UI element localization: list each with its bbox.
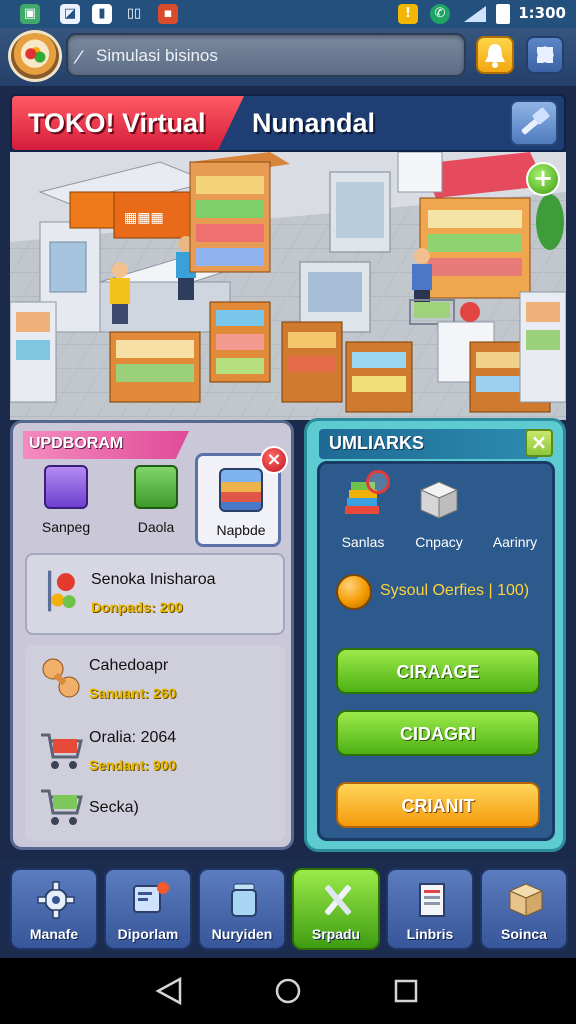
- document-icon: [419, 883, 445, 917]
- store-scene[interactable]: ▦▦▦ +: [10, 152, 566, 420]
- back-icon[interactable]: [155, 976, 182, 1006]
- info-box: Senoka Inisharoa Donpads: 200: [25, 553, 285, 635]
- shop-title: TOKO! Virtual: [28, 108, 206, 138]
- cart-icon: [41, 789, 83, 825]
- shop-title-banner: TOKO! Virtual Nunandal: [10, 94, 566, 152]
- bottom-nav: Manafe Diporlam Nuryiden Srpadu Linbris: [0, 860, 576, 958]
- upgrade-card-sanpeg[interactable]: Sanpeg: [23, 453, 109, 547]
- resource-item-aarinry[interactable]: Aarinry: [478, 478, 552, 568]
- list-item-name: Oralia: 2064: [89, 729, 177, 746]
- info-subtitle: Donpads: 200: [91, 599, 183, 615]
- close-icon[interactable]: ×: [260, 446, 288, 474]
- upgrade-card-napbde[interactable]: Napbde ×: [195, 446, 288, 547]
- list-item-sub: Sanuant: 260: [89, 685, 177, 701]
- tools-icon: [324, 885, 352, 915]
- upgrade-list: Cahedoapr Sanuant: 260 Oralia: 2064 Send…: [25, 645, 285, 841]
- coin-row: Sysoul Oerfies | 100): [336, 574, 546, 614]
- resource-item-sanlas[interactable]: Sanlas: [326, 470, 400, 568]
- nav-label: Nuryiden: [211, 926, 273, 942]
- blocked-icon: [366, 470, 390, 494]
- fruit-icon: [47, 570, 76, 612]
- signal-icon: [462, 4, 490, 24]
- close-button[interactable]: ×: [525, 429, 553, 457]
- puzzle-icon: [537, 46, 554, 63]
- recents-icon[interactable]: [394, 979, 418, 1003]
- svg-text:▦▦▦: ▦▦▦: [124, 210, 164, 226]
- nav-soinca[interactable]: Soinca: [480, 868, 568, 950]
- list-item-name: Secka): [89, 799, 139, 816]
- close-icon: ×: [530, 430, 548, 454]
- store-illustration: ▦▦▦: [10, 152, 566, 420]
- home-icon[interactable]: [275, 978, 301, 1004]
- nav-srpadu[interactable]: Srpadu: [292, 868, 380, 950]
- nav-nuryiden[interactable]: Nuryiden: [198, 868, 286, 950]
- plus-icon: +: [532, 164, 554, 192]
- bread-icon: [42, 658, 80, 698]
- notification-icon: !: [398, 4, 418, 24]
- upgrade-card-label: Napbde: [216, 522, 266, 538]
- search-text: Simulasi bisinos: [96, 46, 218, 65]
- list-item-sub: Sendant: 900: [89, 757, 177, 773]
- upgrade-card-daola[interactable]: Daola: [113, 453, 199, 547]
- file-icon: ▮: [92, 4, 112, 24]
- jar-icon: [231, 883, 257, 917]
- bell-icon: [485, 44, 505, 68]
- resource-item-cnpacy[interactable]: Cnpacy: [402, 478, 476, 568]
- crate-icon: [419, 481, 459, 519]
- resources-panel: UMLIARKS × Sanlas Cnpacy Aarinry Sysoul …: [304, 418, 566, 852]
- action-button-1[interactable]: CIRAAGE: [336, 648, 540, 694]
- info-title: Senoka Inisharoa: [91, 571, 216, 588]
- bars-icon: ▯▯: [126, 6, 142, 21]
- app-icon: ▪: [158, 4, 178, 24]
- bell-button[interactable]: [476, 36, 514, 74]
- battery-icon: [496, 4, 510, 24]
- coin-text: Sysoul Oerfies | 100): [380, 582, 530, 599]
- puzzle-button[interactable]: [526, 36, 564, 74]
- upgrade-panel: UPDBORAM Sanpeg Daola Napbde × Senoka In…: [10, 420, 294, 850]
- cart-icon: [41, 733, 83, 769]
- monitor-icon: [133, 882, 169, 913]
- nav-linbris[interactable]: Linbris: [386, 868, 474, 950]
- coin-icon: [336, 574, 372, 610]
- resources-panel-header: UMLIARKS: [319, 429, 539, 459]
- shop-subtitle: Nunandal: [252, 108, 376, 138]
- image-icon: ◪: [60, 4, 80, 24]
- upgrade-panel-title: UPDBORAM: [29, 435, 124, 452]
- nav-label: Soinca: [501, 926, 547, 942]
- status-bar: ▣ ◪ ▮ ▯▯ ▪ ! ✆ 1:300: [0, 0, 576, 28]
- list-item-name: Cahedoapr: [89, 657, 169, 674]
- nav-diporlam[interactable]: Diporlam: [104, 868, 192, 950]
- box-icon: [508, 883, 544, 917]
- nav-label: Srpadu: [311, 926, 361, 942]
- resource-item-label: Aarinry: [492, 534, 538, 550]
- system-nav-bar: [0, 958, 576, 1024]
- shelf-box-icon: [219, 468, 263, 512]
- nav-label: Manafe: [29, 926, 79, 942]
- clock: 1:300: [518, 4, 566, 22]
- avatar[interactable]: [8, 30, 62, 82]
- green-crate-icon: [134, 465, 178, 509]
- whatsapp-icon: ✆: [430, 4, 450, 24]
- nav-label: Diporlam: [117, 926, 179, 942]
- action-button-2[interactable]: CIDAGRI: [336, 710, 540, 756]
- upgrade-card-label: Sanpeg: [41, 519, 91, 535]
- gem-box-icon: [44, 465, 88, 509]
- top-bar: / Simulasi bisinos: [0, 28, 576, 86]
- action-button-3[interactable]: CRIANIT: [336, 782, 540, 828]
- upgrade-card-label: Daola: [137, 519, 175, 535]
- resources-panel-body: Sanlas Cnpacy Aarinry Sysoul Oerfies | 1…: [317, 461, 555, 841]
- resources-panel-title: UMLIARKS: [329, 433, 424, 453]
- search-input[interactable]: / Simulasi bisinos: [66, 33, 466, 77]
- resource-item-label: Sanlas: [341, 534, 385, 550]
- gallery-icon: ▣: [20, 4, 40, 24]
- resource-item-label: Cnpacy: [415, 534, 463, 550]
- gear-icon: [37, 881, 75, 919]
- add-button[interactable]: +: [526, 162, 560, 196]
- hammer-icon: [521, 107, 550, 135]
- nav-label: Linbris: [406, 926, 454, 942]
- search-icon: /: [72, 47, 86, 66]
- nav-manafe[interactable]: Manafe: [10, 868, 98, 950]
- hammer-button[interactable]: [510, 100, 558, 146]
